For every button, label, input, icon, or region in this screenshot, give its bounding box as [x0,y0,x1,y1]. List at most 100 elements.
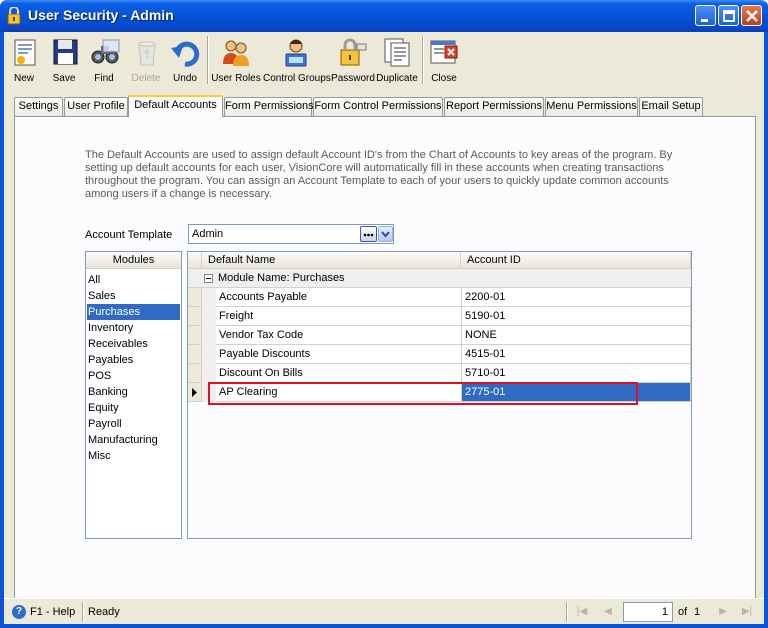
account-template-value: Admin [192,228,224,240]
module-item-purchases[interactable]: Purchases [87,304,180,320]
app-window: User Security - Admin New Save Find Dele… [0,0,768,628]
toolbar-separator [207,36,209,84]
group-row-purchases[interactable]: Module Name: Purchases [188,269,691,288]
status-bar: ? F1 - Help Ready |◀ ◀ 1 of 1 ▶ ▶| [4,598,764,624]
window-client-area: New Save Find Delete Undo User Roles Con… [4,32,764,624]
first-page-icon[interactable]: |◀ [575,605,589,619]
page-number-input[interactable]: 1 [623,602,673,622]
collapse-group-icon[interactable] [204,274,213,283]
cell-account-id[interactable]: 4515-01 [462,345,691,364]
cell-account-id[interactable]: 2200-01 [462,288,691,307]
find-label: Find [94,73,114,84]
save-label: Save [52,73,76,84]
minimize-button[interactable] [695,5,716,26]
toolbar: New Save Find Delete Undo User Roles Con… [4,32,764,88]
save-button[interactable]: Save [46,34,82,86]
find-button[interactable]: Find [86,34,122,86]
tab-default-accounts[interactable]: Default Accounts [128,95,223,117]
tab-form-control-permissions[interactable]: Form Control Permissions [313,97,443,116]
password-button[interactable]: Password [331,34,375,86]
row-indicator[interactable] [188,307,202,326]
recycle-bin-icon [138,41,156,66]
module-item-receivables[interactable]: Receivables [87,336,180,352]
undo-arrow-icon [171,41,200,67]
row-indicator[interactable] [188,288,202,307]
module-item-equity[interactable]: Equity [87,400,180,416]
tab-settings[interactable]: Settings [14,97,63,116]
control-groups-label: Control Groups [263,73,331,84]
computer-user-icon [285,39,307,67]
undo-button[interactable]: Undo [167,34,203,86]
status-separator [82,602,84,622]
group-label: Module Name: Purchases [218,272,345,284]
module-item-all[interactable]: All [87,272,180,288]
module-item-pos[interactable]: POS [87,368,180,384]
tab-email-setup[interactable]: Email Setup [639,97,703,116]
row-indent [202,364,216,383]
highlight-annotation [208,382,638,405]
account-template-combo[interactable]: Admin [188,224,394,244]
cell-account-id[interactable]: 5710-01 [462,364,691,383]
help-icon[interactable]: ? [12,605,26,619]
control-groups-button[interactable]: Control Groups [263,34,331,86]
last-page-icon[interactable]: ▶| [740,605,754,619]
user-roles-button[interactable]: User Roles [210,34,262,86]
row-indicator[interactable] [188,326,202,345]
previous-page-icon[interactable]: ◀ [601,605,615,619]
close-button[interactable]: Close [426,34,462,86]
column-header-account-id[interactable]: Account ID [461,252,691,269]
chevron-down-icon [381,231,390,238]
description-text: The Default Accounts are used to assign … [85,149,673,200]
module-item-payables[interactable]: Payables [87,352,180,368]
module-item-sales[interactable]: Sales [87,288,180,304]
row-indicator[interactable] [188,364,202,383]
template-ellipsis-button[interactable] [360,226,377,242]
module-item-banking[interactable]: Banking [87,384,180,400]
cell-account-id[interactable]: 5190-01 [462,307,691,326]
modules-list[interactable]: Modules All Sales Purchases Inventory Re… [85,251,182,539]
column-header-default-name[interactable]: Default Name [202,252,461,269]
close-window-icon [430,40,458,64]
binoculars-icon [91,39,120,64]
window-title: User Security - Admin [28,7,174,23]
title-bar[interactable]: User Security - Admin [0,0,768,32]
maximize-button[interactable] [718,5,739,26]
cell-default-name[interactable]: Vendor Tax Code [216,326,462,345]
next-page-icon[interactable]: ▶ [716,605,730,619]
cell-default-name[interactable]: Discount On Bills [216,364,462,383]
duplicate-button[interactable]: Duplicate [375,34,419,86]
cell-default-name[interactable]: Accounts Payable [216,288,462,307]
tab-user-profile[interactable]: User Profile [64,97,128,116]
minimize-icon [701,19,708,22]
close-window-button[interactable] [741,5,762,26]
current-row-arrow-icon [192,388,197,397]
row-indicator[interactable] [188,345,202,364]
help-text[interactable]: F1 - Help [30,606,75,618]
maximize-icon [723,10,735,22]
close-label: Close [431,73,457,84]
module-item-misc[interactable]: Misc [87,448,180,464]
new-document-icon [14,39,36,66]
tab-report-permissions[interactable]: Report Permissions [444,97,544,116]
duplicate-label: Duplicate [376,73,418,84]
user-roles-label: User Roles [211,73,261,84]
row-indent [202,307,216,326]
tab-form-permissions[interactable]: Form Permissions [224,97,314,116]
accounts-grid[interactable]: Default Name Account ID Module Name: Pur… [187,251,692,539]
template-dropdown-button[interactable] [378,226,393,242]
tab-menu-permissions[interactable]: Menu Permissions [545,97,638,116]
new-button[interactable]: New [6,34,42,86]
module-item-payroll[interactable]: Payroll [87,416,180,432]
toolbar-separator [422,36,424,84]
modules-header: Modules [86,252,181,269]
current-row-indicator[interactable] [188,383,202,402]
module-item-inventory[interactable]: Inventory [87,320,180,336]
cell-default-name[interactable]: Payable Discounts [216,345,462,364]
cell-account-id[interactable]: NONE [462,326,691,345]
close-x-icon [746,10,758,22]
account-template-label: Account Template [85,229,173,241]
cell-default-name[interactable]: Freight [216,307,462,326]
delete-label: Delete [131,73,161,84]
module-item-manufacturing[interactable]: Manufacturing [87,432,180,448]
delete-button[interactable]: Delete [126,34,166,86]
